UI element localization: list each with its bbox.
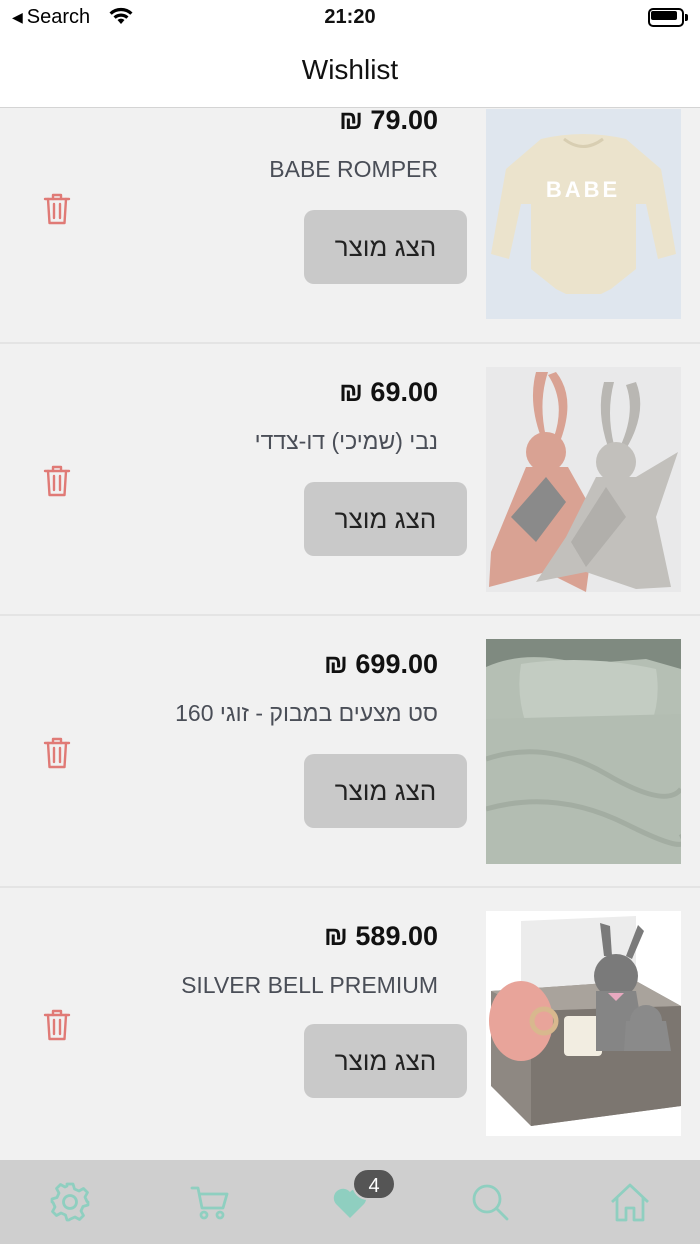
search-icon[interactable] (468, 1180, 512, 1224)
wishlist-item: BABE ₪ 79.00 BABE ROMPER הצג מוצר (0, 109, 700, 344)
page-title: Wishlist (301, 54, 399, 85)
wishlist-item: ₪ 69.00 נבי (שמיכי) דו-צדדי הצג מוצר (0, 344, 700, 616)
svg-text:BABE: BABE (546, 177, 620, 202)
trash-icon[interactable] (42, 192, 72, 226)
product-price: ₪ 69.00 (339, 377, 438, 407)
view-product-button[interactable]: הצג מוצר (304, 754, 467, 828)
product-image-bunny-blanket[interactable] (486, 367, 681, 592)
status-bar: ◀ Search 21:20 (0, 0, 700, 36)
battery-icon (648, 8, 688, 27)
view-product-button[interactable]: הצג מוצר (304, 482, 467, 556)
product-image-romper[interactable]: BABE (486, 109, 681, 319)
nav-header: Wishlist (0, 36, 700, 108)
gear-icon[interactable] (48, 1180, 92, 1224)
trash-icon[interactable] (42, 464, 72, 498)
product-price: ₪ 699.00 (324, 649, 438, 679)
home-icon[interactable] (608, 1180, 652, 1224)
clock: 21:20 (324, 6, 376, 28)
wishlist-item: ₪ 589.00 SILVER BELL PREMIUM הצג מוצר (0, 888, 700, 1160)
product-image-gift-box[interactable] (486, 911, 681, 1136)
product-image-bamboo-sheets[interactable] (486, 639, 681, 864)
product-price: ₪ 79.00 (339, 109, 438, 135)
bottom-tab-bar (0, 1160, 700, 1244)
product-name: סט מצעים במבוק - זוגי 160 (175, 700, 438, 726)
trash-icon[interactable] (42, 1008, 72, 1042)
product-name: BABE ROMPER (269, 156, 438, 182)
product-price: ₪ 589.00 (324, 921, 438, 951)
product-name: נבי (שמיכי) דו-צדדי (254, 428, 438, 454)
wishlist-item: ₪ 699.00 סט מצעים במבוק - זוגי 160 הצג מ… (0, 616, 700, 888)
trash-icon[interactable] (42, 736, 72, 770)
view-product-button[interactable]: הצג מוצר (304, 1024, 467, 1098)
view-product-button[interactable]: הצג מוצר (304, 210, 467, 284)
wishlist-list[interactable]: BABE ₪ 79.00 BABE ROMPER הצג מוצר ₪ 69.0… (0, 109, 700, 1160)
product-name: SILVER BELL PREMIUM (181, 972, 438, 998)
cart-icon[interactable] (188, 1180, 232, 1224)
wishlist-count-badge: 4 (352, 1168, 396, 1200)
